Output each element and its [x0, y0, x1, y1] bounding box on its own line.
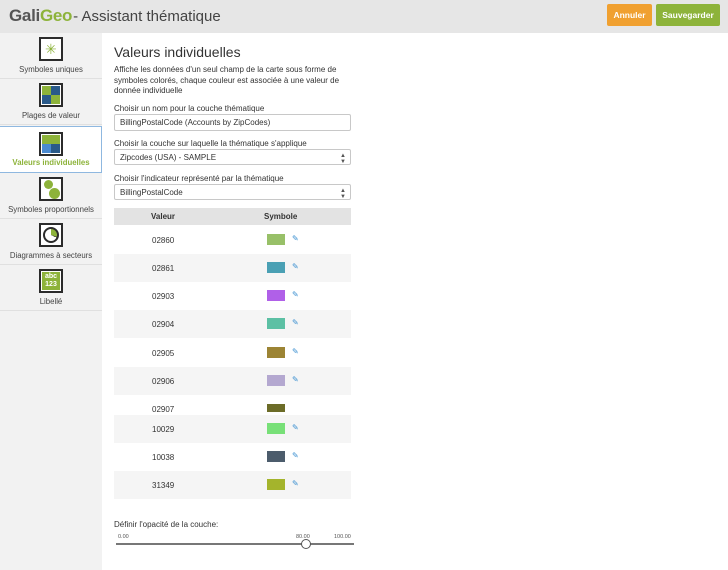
- indicator-select[interactable]: BillingPostalCode ▲ ▼: [114, 184, 351, 200]
- individual-values-icon: [39, 132, 63, 156]
- sidebar: ✳ Symboles uniques Plages de valeur Vale…: [0, 33, 102, 570]
- color-swatch[interactable]: [267, 234, 285, 245]
- table-row: 31349 ✎: [114, 471, 351, 499]
- slider-min-label: 0.00: [118, 534, 129, 540]
- table-row: 02906 ✎: [114, 367, 351, 395]
- row-value: 02907: [152, 405, 175, 414]
- indicator-label: Choisir l'indicateur représenté par la t…: [114, 174, 284, 183]
- column-header-symbol: Symbole: [264, 212, 298, 221]
- table-row: 02861 ✎: [114, 254, 351, 282]
- color-swatch[interactable]: [267, 262, 285, 273]
- row-value: 02861: [152, 264, 175, 273]
- edit-icon[interactable]: ✎: [292, 451, 301, 460]
- sidebar-item-label-layer[interactable]: abc 123 Libellé: [0, 265, 102, 311]
- indicator-value: BillingPostalCode: [120, 188, 183, 197]
- opacity-slider-track[interactable]: [116, 543, 354, 545]
- logo-wordmark: GaliGeo: [9, 6, 73, 25]
- edit-icon[interactable]: ✎: [292, 262, 301, 271]
- edit-icon[interactable]: ✎: [292, 234, 301, 243]
- chevron-down-icon: ▲ ▼: [340, 153, 346, 165]
- edit-icon[interactable]: ✎: [292, 290, 301, 299]
- sidebar-item-label: Valeurs individuelles: [12, 158, 90, 167]
- edit-icon[interactable]: ✎: [292, 347, 301, 356]
- opacity-label: Définir l'opacité de la couche:: [114, 520, 219, 529]
- row-value: 10038: [152, 453, 175, 462]
- layer-name-label: Choisir un nom pour la couche thématique: [114, 104, 265, 113]
- column-header-value: Valeur: [151, 212, 176, 221]
- pie-chart-icon: [39, 223, 63, 247]
- color-swatch[interactable]: [267, 404, 285, 412]
- sidebar-item-individual-values[interactable]: Valeurs individuelles: [0, 126, 102, 173]
- label-icon: abc 123: [39, 269, 63, 293]
- edit-icon[interactable]: ✎: [292, 375, 301, 384]
- table-row: 02904 ✎: [114, 310, 351, 338]
- table-header: Valeur Symbole: [114, 208, 351, 225]
- table-row: 10029 ✎: [114, 415, 351, 443]
- row-value: 02903: [152, 292, 175, 301]
- section-description: Affiche les données d'un seul champ de l…: [114, 65, 340, 95]
- save-button[interactable]: Sauvegarder: [656, 4, 720, 26]
- row-value: 10029: [152, 425, 175, 434]
- app-logo: GaliGeo - Assistant thématique: [9, 6, 221, 28]
- cancel-button[interactable]: Annuler: [607, 4, 652, 26]
- sidebar-item-unique-symbols[interactable]: ✳ Symboles uniques: [0, 33, 102, 79]
- table-row: 02903 ✎: [114, 282, 351, 310]
- row-value: 02905: [152, 349, 175, 358]
- table-row: 10038 ✎: [114, 443, 351, 471]
- sidebar-item-label: Plages de valeur: [21, 111, 81, 120]
- layer-name-input[interactable]: BillingPostalCode (Accounts by ZipCodes): [114, 114, 351, 131]
- value-ranges-icon: [39, 83, 63, 107]
- slider-max-label: 100.00: [334, 534, 351, 540]
- color-swatch[interactable]: [267, 423, 285, 434]
- color-swatch[interactable]: [267, 479, 285, 490]
- edit-icon[interactable]: ✎: [292, 479, 301, 488]
- target-layer-label: Choisir la couche sur laquelle la thémat…: [114, 139, 307, 148]
- color-swatch[interactable]: [267, 318, 285, 329]
- section-title: Valeurs individuelles: [114, 44, 241, 60]
- color-swatch[interactable]: [267, 375, 285, 386]
- table-row: 02860 ✎: [114, 226, 351, 254]
- color-swatch[interactable]: [267, 290, 285, 301]
- row-value: 31349: [152, 481, 175, 490]
- sidebar-item-label: Libellé: [39, 297, 63, 306]
- table-row: 02905 ✎: [114, 339, 351, 367]
- opacity-slider-handle[interactable]: [301, 539, 312, 549]
- target-layer-select[interactable]: Zipcodes (USA) - SAMPLE ▲ ▼: [114, 149, 351, 165]
- page-title: - Assistant thématique: [73, 8, 221, 25]
- sidebar-item-proportional-symbols[interactable]: Symboles proportionnels: [0, 173, 102, 219]
- chevron-down-icon: ▲ ▼: [340, 188, 346, 200]
- proportional-symbols-icon: [39, 177, 63, 201]
- color-swatch[interactable]: [267, 451, 285, 462]
- row-value: 02904: [152, 320, 175, 329]
- edit-icon[interactable]: ✎: [292, 423, 301, 432]
- target-layer-value: Zipcodes (USA) - SAMPLE: [120, 153, 217, 162]
- unique-symbols-icon: ✳: [39, 37, 63, 61]
- row-value: 02906: [152, 377, 175, 386]
- edit-icon[interactable]: ✎: [292, 318, 301, 327]
- row-value: 02860: [152, 236, 175, 245]
- sidebar-item-label: Diagrammes à secteurs: [9, 251, 93, 260]
- table-row: 02907: [114, 395, 351, 415]
- sidebar-item-pie-charts[interactable]: Diagrammes à secteurs: [0, 219, 102, 265]
- color-swatch[interactable]: [267, 347, 285, 358]
- sidebar-item-label: Symboles uniques: [19, 65, 83, 74]
- header-bar: GaliGeo - Assistant thématique Annuler S…: [0, 0, 728, 33]
- sidebar-item-label: Symboles proportionnels: [8, 205, 94, 214]
- sidebar-item-value-ranges[interactable]: Plages de valeur: [0, 79, 102, 125]
